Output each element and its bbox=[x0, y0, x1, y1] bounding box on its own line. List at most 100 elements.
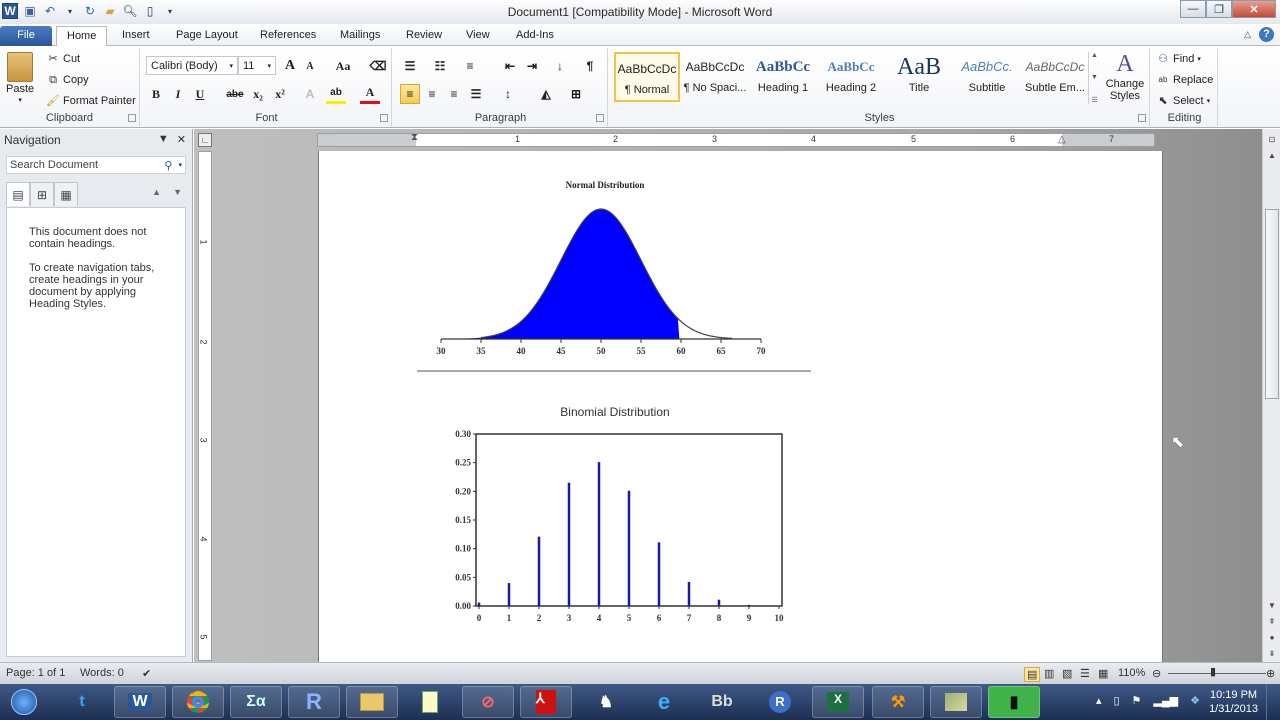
multilevel-list-button[interactable]: ≡ bbox=[460, 56, 480, 76]
power-icon[interactable]: ▯ bbox=[1113, 694, 1119, 707]
style-subtitle[interactable]: AaBbCc. Subtitle bbox=[954, 52, 1020, 102]
left-indent-marker[interactable]: ⧗ bbox=[411, 132, 418, 143]
browse-results-tab[interactable]: ▦ bbox=[54, 182, 78, 206]
tab-review[interactable]: Review bbox=[396, 26, 452, 46]
align-left-button[interactable]: ≡ bbox=[400, 84, 420, 104]
taskbar-maps[interactable] bbox=[930, 686, 982, 718]
horizontal-ruler[interactable]: ⧗ △ 1 2 3 4 5 6 7 bbox=[317, 132, 1155, 147]
select-browse-object-icon[interactable]: ● bbox=[1265, 631, 1279, 645]
clear-formatting-button[interactable]: ⌫ bbox=[368, 56, 388, 76]
chevron-down-icon[interactable]: ▾ bbox=[178, 161, 182, 169]
increase-indent-button[interactable]: ⇥ bbox=[522, 56, 542, 76]
taskbar-r[interactable]: R bbox=[754, 686, 806, 718]
full-screen-reading-icon[interactable]: ▥ bbox=[1044, 667, 1054, 680]
borders-button[interactable]: ⊞ bbox=[566, 84, 586, 104]
change-styles-button[interactable]: A Change Styles bbox=[1104, 50, 1146, 102]
taskbar-rstudio[interactable]: R bbox=[288, 686, 340, 718]
view-ruler-toggle-icon[interactable]: ⊡ bbox=[1265, 133, 1279, 147]
previous-heading-icon[interactable]: ▲ bbox=[152, 187, 161, 197]
search-icon[interactable]: ⚲ bbox=[164, 159, 172, 172]
tab-insert[interactable]: Insert bbox=[112, 26, 160, 46]
previous-page-icon[interactable]: ⇞ bbox=[1265, 615, 1279, 629]
taskbar-gimp[interactable]: ♞ bbox=[580, 686, 632, 718]
help-icon[interactable]: ? bbox=[1259, 27, 1274, 42]
right-indent-marker[interactable]: △ bbox=[1058, 134, 1066, 145]
font-size-combo[interactable]: 11 ▾ bbox=[238, 56, 276, 75]
font-name-combo[interactable]: Calibri (Body) ▾ bbox=[146, 56, 238, 75]
tab-file[interactable]: File bbox=[0, 26, 52, 46]
action-center-flag-icon[interactable]: ⚑ bbox=[1132, 694, 1142, 707]
italic-button[interactable]: I bbox=[168, 84, 188, 104]
text-effects-button[interactable]: A bbox=[300, 84, 320, 104]
dialog-launcher-icon[interactable] bbox=[596, 114, 604, 122]
change-case-button[interactable]: Aa bbox=[330, 56, 356, 76]
styles-scroll[interactable]: ▲ ▼ ☰ bbox=[1088, 52, 1100, 104]
restore-button[interactable]: ❐ bbox=[1206, 0, 1232, 18]
show-hidden-icons[interactable]: ▴ bbox=[1096, 694, 1102, 707]
minimize-button[interactable]: — bbox=[1180, 0, 1206, 18]
dropbox-icon[interactable]: ❖ bbox=[1190, 694, 1200, 707]
show-desktop-button[interactable] bbox=[1266, 684, 1280, 720]
zoom-slider-thumb[interactable]: ▮ bbox=[1210, 665, 1216, 678]
browse-pages-tab[interactable]: ⊞ bbox=[30, 182, 54, 206]
subscript-button[interactable]: x₂ bbox=[248, 84, 268, 104]
line-spacing-button[interactable]: ↕ bbox=[498, 84, 518, 104]
dialog-launcher-icon[interactable] bbox=[380, 114, 388, 122]
align-center-button[interactable]: ≡ bbox=[422, 84, 442, 104]
shading-button[interactable]: ◭ bbox=[536, 84, 556, 104]
replace-button[interactable]: ab Replace bbox=[1156, 73, 1214, 87]
style-heading-2[interactable]: AaBbCc Heading 2 bbox=[818, 52, 884, 102]
taskbar-camtasia[interactable]: ▮ bbox=[988, 686, 1040, 718]
tab-references[interactable]: References bbox=[250, 26, 326, 46]
next-page-icon[interactable]: ⇟ bbox=[1265, 647, 1279, 661]
pane-options-icon[interactable]: ▼ bbox=[158, 133, 169, 146]
clock[interactable]: 10:19 PM 1/31/2013 bbox=[1209, 688, 1258, 716]
taskbar-explorer[interactable] bbox=[346, 686, 398, 718]
close-button[interactable]: ✕ bbox=[1232, 0, 1276, 18]
taskbar-excel[interactable]: X bbox=[812, 686, 864, 718]
dialog-launcher-icon[interactable] bbox=[1138, 114, 1146, 122]
start-button[interactable] bbox=[0, 686, 48, 718]
vertical-ruler[interactable]: 1 2 3 4 5 bbox=[198, 151, 212, 661]
taskbar-internet-explorer[interactable]: e bbox=[638, 686, 690, 718]
grow-font-button[interactable]: A bbox=[280, 56, 300, 76]
align-right-button[interactable]: ≡ bbox=[444, 84, 464, 104]
zoom-out-icon[interactable]: ⊖ bbox=[1152, 667, 1161, 680]
tab-view[interactable]: View bbox=[456, 26, 500, 46]
shrink-font-button[interactable]: A bbox=[300, 56, 320, 76]
bold-button[interactable]: B bbox=[146, 84, 166, 104]
taskbar-snipping[interactable]: ⊘ bbox=[462, 686, 514, 718]
superscript-button[interactable]: x² bbox=[270, 84, 290, 104]
highlight-button[interactable]: ab bbox=[326, 84, 346, 104]
taskbar-bibtex[interactable]: Bb bbox=[696, 686, 748, 718]
chevron-down-icon[interactable]: ▼ bbox=[1091, 74, 1098, 81]
print-layout-view-icon[interactable]: ▤ bbox=[1024, 667, 1041, 682]
minimize-ribbon-icon[interactable]: △ bbox=[1244, 29, 1251, 40]
draft-view-icon[interactable]: ▦ bbox=[1098, 667, 1108, 680]
style-normal[interactable]: AaBbCcDc ¶ Normal bbox=[614, 52, 680, 102]
style-heading-1[interactable]: AaBbCc Heading 1 bbox=[750, 52, 816, 102]
taskbar-word[interactable]: W bbox=[114, 686, 166, 718]
style-no-spacing[interactable]: AaBbCcDc ¶ No Spaci... bbox=[682, 52, 748, 102]
next-heading-icon[interactable]: ▼ bbox=[173, 187, 182, 197]
zoom-level[interactable]: 110% bbox=[1118, 667, 1145, 679]
style-title[interactable]: AaB Title bbox=[886, 52, 952, 102]
outline-view-icon[interactable]: ☰ bbox=[1080, 667, 1090, 680]
word-count[interactable]: Words: 0 bbox=[80, 667, 124, 679]
strikethrough-button[interactable]: abe bbox=[222, 84, 248, 104]
underline-button[interactable]: U bbox=[190, 84, 210, 104]
tab-home[interactable]: Home bbox=[56, 26, 108, 47]
zoom-slider[interactable] bbox=[1168, 673, 1266, 674]
tab-add-ins[interactable]: Add-Ins bbox=[506, 26, 564, 46]
page-count[interactable]: Page: 1 of 1 bbox=[6, 667, 65, 679]
numbering-button[interactable]: ☷ bbox=[430, 56, 450, 76]
network-signal-icon[interactable]: ▂▄▆ bbox=[1153, 694, 1178, 707]
font-color-button[interactable]: A bbox=[360, 84, 380, 104]
taskbar-acrobat[interactable]: ⅄ bbox=[520, 686, 572, 718]
cut-button[interactable]: ✂ Cut bbox=[46, 52, 80, 66]
select-button[interactable]: ⬉ Select ▾ bbox=[1156, 94, 1210, 108]
scroll-up-icon[interactable]: ▲ bbox=[1265, 149, 1279, 163]
scroll-down-icon[interactable]: ▼ bbox=[1265, 599, 1279, 613]
sort-button[interactable]: ↓ bbox=[550, 56, 570, 76]
tab-page-layout[interactable]: Page Layout bbox=[166, 26, 248, 46]
